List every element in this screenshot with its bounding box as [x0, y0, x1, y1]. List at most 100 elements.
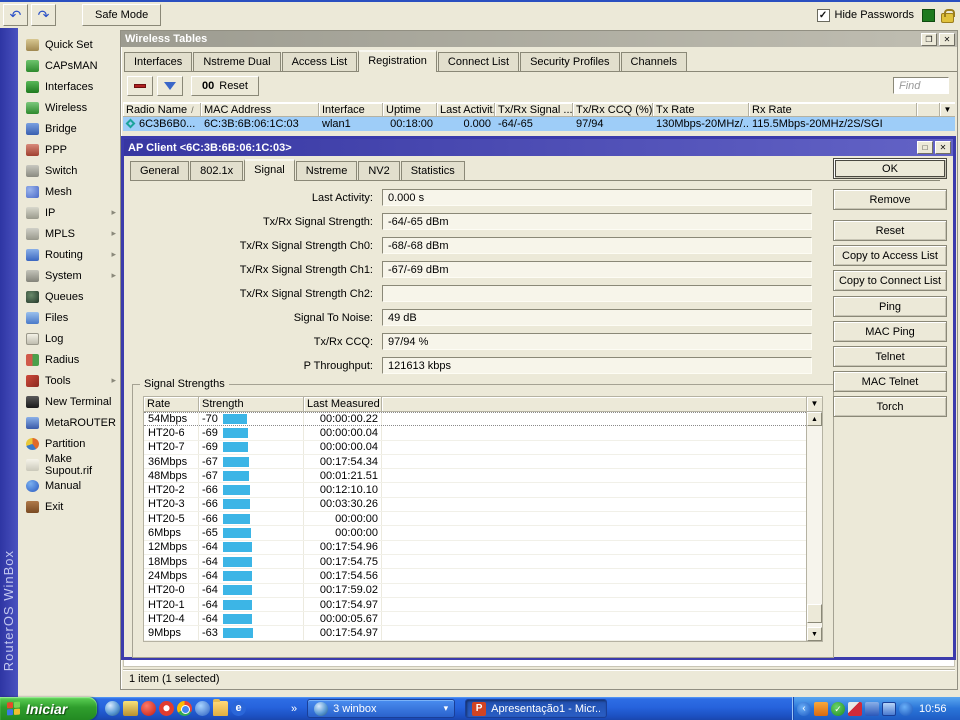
winbox-icon[interactable]	[105, 701, 120, 716]
sidebar-item-new-terminal[interactable]: New Terminal	[18, 391, 120, 412]
field-value-last-activity[interactable]: 0.000 s	[382, 189, 812, 206]
field-value-signal-to-noise[interactable]: 49 dB	[382, 309, 812, 326]
chrome-icon[interactable]	[177, 701, 192, 716]
sidebar-item-quick-set[interactable]: Quick Set	[18, 34, 120, 55]
tab-nv2[interactable]: NV2	[358, 161, 399, 180]
signal-row-24mbps[interactable]: 24Mbps-6400:17:54.56	[144, 569, 806, 583]
restore-button[interactable]: ❐	[921, 33, 937, 46]
sidebar-item-mpls[interactable]: MPLS▸	[18, 223, 120, 244]
signal-row-6mbps[interactable]: 6Mbps-6500:00:00	[144, 526, 806, 540]
tab-nstreme[interactable]: Nstreme	[296, 161, 358, 180]
app-icon[interactable]	[123, 701, 138, 716]
tab-connect-list[interactable]: Connect List	[438, 52, 519, 71]
wireless-tables-titlebar[interactable]: Wireless Tables ❐ ✕	[121, 31, 957, 47]
column-header-uptime[interactable]: Uptime	[383, 103, 437, 117]
tab-802-1x[interactable]: 802.1x	[190, 161, 243, 180]
dialog-maximize-button[interactable]: □	[917, 141, 933, 154]
signal-row-18mbps[interactable]: 18Mbps-6400:17:54.75	[144, 555, 806, 569]
tab-registration[interactable]: Registration	[358, 50, 437, 72]
sidebar-item-partition[interactable]: Partition	[18, 433, 120, 454]
sidebar-item-manual[interactable]: Manual	[18, 475, 120, 496]
column-header-tx-rx-signal[interactable]: Tx/Rx Signal ...	[495, 103, 573, 117]
dialog-close-button[interactable]: ✕	[935, 141, 951, 154]
internet-explorer-icon[interactable]	[231, 701, 246, 716]
sidebar-item-files[interactable]: Files	[18, 307, 120, 328]
tab-channels[interactable]: Channels	[621, 52, 687, 71]
column-header-last-measured[interactable]: Last Measured	[304, 397, 382, 412]
remove-button[interactable]: Remove	[833, 189, 947, 210]
column-header-strength[interactable]: Strength	[199, 397, 304, 412]
torch-button[interactable]: Torch	[833, 396, 947, 417]
signal-row-48mbps[interactable]: 48Mbps-6700:01:21.51	[144, 469, 806, 483]
ok-button[interactable]: OK	[833, 158, 947, 179]
ping-button[interactable]: Ping	[833, 296, 947, 317]
scrollbar-track[interactable]	[807, 426, 822, 627]
signal-row-36mbps[interactable]: 36Mbps-6700:17:54.34	[144, 455, 806, 469]
record-icon[interactable]	[141, 701, 156, 716]
signal-row-ht20-4[interactable]: HT20-4-6400:00:05.67	[144, 612, 806, 626]
reset-counters-button[interactable]: 00 Reset	[191, 76, 259, 96]
signal-row-ht20-3[interactable]: HT20-3-6600:03:30.26	[144, 498, 806, 512]
signal-row-ht20-5[interactable]: HT20-5-6600:00:00	[144, 512, 806, 526]
antivirus-tray-icon[interactable]	[831, 702, 845, 716]
tab-security-profiles[interactable]: Security Profiles	[520, 52, 619, 71]
filter-button[interactable]	[157, 76, 183, 96]
sidebar-item-metarouter[interactable]: MetaROUTER	[18, 412, 120, 433]
tab-access-list[interactable]: Access List	[282, 52, 358, 71]
hide-passwords-checkbox[interactable]: ✓	[817, 9, 830, 22]
tab-general[interactable]: General	[130, 161, 189, 180]
taskbar-button-powerpoint[interactable]: P Apresentação1 - Micr...	[465, 699, 607, 718]
signal-row-9mbps[interactable]: 9Mbps-6300:17:54.97	[144, 626, 806, 640]
taskbar-button-winbox[interactable]: 3 winbox ▾	[307, 699, 455, 718]
field-value-tx-rx-signal-strength-ch1[interactable]: -67/-69 dBm	[382, 261, 812, 278]
column-header-rx-rate[interactable]: Rx Rate	[749, 103, 917, 117]
column-header-radio-name[interactable]: Radio Name/	[123, 103, 201, 117]
vertical-scrollbar[interactable]: ▲ ▼	[806, 412, 822, 641]
sidebar-item-radius[interactable]: Radius	[18, 349, 120, 370]
field-value-tx-rx-signal-strength-ch0[interactable]: -68/-68 dBm	[382, 237, 812, 254]
signal-row-12mbps[interactable]: 12Mbps-6400:17:54.96	[144, 541, 806, 555]
field-value-tx-rx-ccq[interactable]: 97/94 %	[382, 333, 812, 350]
pen-tray-icon[interactable]	[848, 702, 862, 716]
remote-tray-icon[interactable]	[899, 702, 913, 716]
remove-entry-button[interactable]	[127, 76, 153, 96]
column-header-rate[interactable]: Rate	[144, 397, 199, 412]
ap-client-titlebar[interactable]: AP Client <6C:3B:6B:06:1C:03> □ ✕	[124, 139, 953, 156]
signal-row-ht20-6[interactable]: HT20-6-6900:00:00.04	[144, 426, 806, 440]
sidebar-item-bridge[interactable]: Bridge	[18, 118, 120, 139]
tab-nstreme-dual[interactable]: Nstreme Dual	[193, 52, 280, 71]
mac-telnet-button[interactable]: MAC Telnet	[833, 371, 947, 392]
signal-row-ht20-0[interactable]: HT20-0-6400:17:59.02	[144, 584, 806, 598]
sidebar-item-interfaces[interactable]: Interfaces	[18, 76, 120, 97]
sidebar-item-ip[interactable]: IP▸	[18, 202, 120, 223]
scrollbar-thumb[interactable]	[807, 604, 822, 623]
collapse-tray-icon[interactable]	[797, 702, 811, 716]
scroll-up-button[interactable]: ▲	[807, 412, 822, 426]
sidebar-item-ppp[interactable]: PPP	[18, 139, 120, 160]
sidebar-item-exit[interactable]: Exit	[18, 496, 120, 517]
copy-to-access-list-button[interactable]: Copy to Access List	[833, 245, 947, 266]
scroll-down-button[interactable]: ▼	[807, 627, 822, 641]
opera-icon[interactable]	[159, 701, 174, 716]
mac-ping-button[interactable]: MAC Ping	[833, 321, 947, 342]
signal-row-ht20-7[interactable]: HT20-7-6900:00:00.04	[144, 441, 806, 455]
reset-button[interactable]: Reset	[833, 220, 947, 241]
sidebar-item-mesh[interactable]: Mesh	[18, 181, 120, 202]
column-header-tx-rx-ccq[interactable]: Tx/Rx CCQ (%)	[573, 103, 653, 117]
signal-row-ht20-2[interactable]: HT20-2-6600:12:10.10	[144, 483, 806, 497]
start-button[interactable]: Iniciar	[0, 697, 97, 720]
close-button[interactable]: ✕	[939, 33, 955, 46]
sidebar-item-wireless[interactable]: Wireless	[18, 97, 120, 118]
sidebar-item-switch[interactable]: Switch	[18, 160, 120, 181]
tab-interfaces[interactable]: Interfaces	[124, 52, 192, 71]
sidebar-item-capsman[interactable]: CAPsMAN	[18, 55, 120, 76]
tab-statistics[interactable]: Statistics	[401, 161, 465, 180]
find-input[interactable]: Find	[893, 77, 949, 94]
sidebar-item-log[interactable]: Log	[18, 328, 120, 349]
redo-button[interactable]: ↷	[31, 4, 56, 26]
field-value-tx-rx-signal-strength-ch2[interactable]	[382, 285, 812, 302]
column-select-button[interactable]: ▼	[806, 397, 822, 412]
column-header-mac-address[interactable]: MAC Address	[201, 103, 319, 117]
signal-row-54mbps[interactable]: 54Mbps-7000:00:00.22	[144, 412, 806, 426]
folder-icon[interactable]	[213, 701, 228, 716]
